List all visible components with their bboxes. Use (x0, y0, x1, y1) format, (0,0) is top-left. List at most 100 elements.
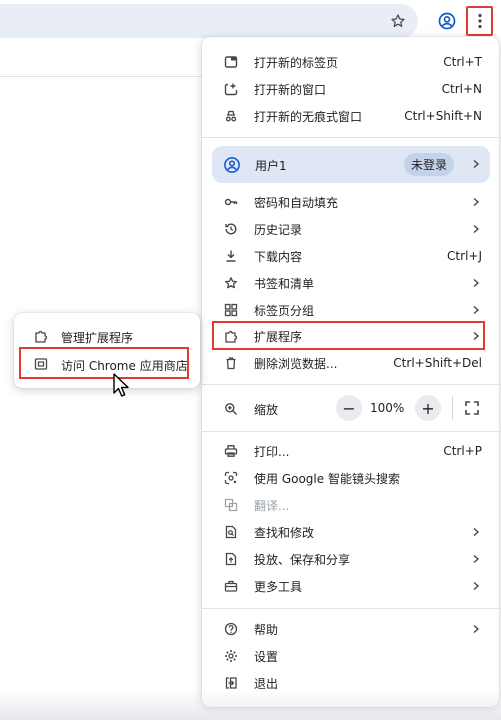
menu-item-tab-groups[interactable]: 标签页分组 (202, 297, 499, 323)
web-store-highlight-box (19, 347, 189, 379)
trash-icon (224, 356, 238, 370)
shortcut-label: Ctrl+J (447, 249, 482, 263)
menu-item-more-tools[interactable]: 更多工具 (202, 573, 499, 599)
zoom-level: 100% (370, 401, 405, 415)
profile-menu-item[interactable]: 用户1 未登录 (212, 146, 490, 183)
menu-item-label: 下载内容 (254, 249, 303, 264)
key-icon (224, 195, 238, 209)
printer-icon (224, 444, 238, 458)
star-icon (391, 14, 405, 27)
shortcut-label: Ctrl+N (441, 82, 482, 96)
account-circle-icon (224, 157, 240, 173)
shortcut-label: Ctrl+Shift+N (404, 109, 482, 123)
submenu-item-manage-extensions[interactable]: 管理扩展程序 (14, 323, 200, 349)
zoom-in-button[interactable]: + (415, 395, 441, 421)
menu-item-passwords[interactable]: 密码和自动填充 (202, 189, 499, 215)
menu-item-label: 历史记录 (254, 222, 303, 237)
menu-separator (202, 137, 499, 138)
translate-icon (224, 498, 238, 512)
kebab-menu-icon (477, 13, 482, 29)
exit-icon (224, 676, 238, 690)
find-page-icon (224, 525, 238, 539)
download-icon (224, 249, 238, 263)
zoom-label: 缩放 (254, 403, 279, 417)
history-icon (224, 222, 238, 236)
shortcut-label: Ctrl+T (443, 55, 482, 69)
extensions-highlight-box (212, 321, 485, 350)
menu-item-label: 打开新的窗口 (254, 82, 327, 97)
help-icon (224, 622, 238, 636)
new-window-icon (224, 82, 238, 96)
signin-status-badge[interactable]: 未登录 (404, 153, 454, 176)
page-divider (0, 76, 210, 77)
chevron-right-icon (471, 581, 481, 591)
menu-item-label: 更多工具 (254, 579, 303, 594)
menu-separator (202, 608, 499, 609)
menu-button[interactable] (466, 6, 493, 36)
shortcut-label: Ctrl+Shift+Del (393, 356, 482, 370)
menu-item-history[interactable]: 历史记录 (202, 216, 499, 242)
profile-name: 用户1 (255, 159, 287, 173)
zoom-icon (224, 401, 238, 420)
menu-item-label: 打印... (254, 444, 290, 459)
star-icon (224, 276, 238, 290)
shortcut-label: Ctrl+P (443, 444, 482, 458)
share-page-icon (224, 552, 238, 566)
menu-item-cast-save-share[interactable]: 投放、保存和分享 (202, 546, 499, 572)
bottom-shadow (0, 690, 501, 720)
menu-item-new-window[interactable]: 打开新的窗口 Ctrl+N (202, 76, 499, 102)
menu-item-label: 查找和修改 (254, 525, 315, 540)
google-lens-icon (224, 471, 238, 485)
menu-item-downloads[interactable]: 下载内容 Ctrl+J (202, 243, 499, 269)
menu-item-label: 使用 Google 智能镜头搜索 (254, 471, 400, 486)
browser-toolbar (0, 0, 501, 42)
menu-item-clear-browsing-data[interactable]: 删除浏览数据... Ctrl+Shift+Del (202, 350, 499, 376)
tab-groups-icon (224, 303, 238, 317)
menu-item-label: 翻译... (254, 498, 290, 513)
submenu-item-label: 管理扩展程序 (61, 331, 134, 345)
menu-item-bookmarks[interactable]: 书签和清单 (202, 270, 499, 296)
chevron-right-icon (471, 554, 481, 564)
new-tab-icon (224, 55, 238, 69)
menu-item-incognito[interactable]: 打开新的无痕式窗口 Ctrl+Shift+N (202, 103, 499, 129)
menu-item-label: 退出 (254, 676, 279, 691)
chrome-main-menu: 打开新的标签页 Ctrl+T 打开新的窗口 Ctrl+N 打开新的无痕式窗口 C… (202, 37, 499, 707)
menu-item-new-tab[interactable]: 打开新的标签页 Ctrl+T (202, 49, 499, 75)
menu-item-label: 标签页分组 (254, 303, 315, 318)
menu-item-settings[interactable]: 设置 (202, 643, 499, 669)
zoom-out-button[interactable]: − (336, 395, 362, 421)
bookmark-star-button[interactable] (386, 9, 410, 33)
menu-item-label: 打开新的无痕式窗口 (254, 109, 363, 124)
menu-item-help[interactable]: 帮助 (202, 616, 499, 642)
puzzle-piece-icon (35, 330, 48, 343)
chevron-right-icon (471, 624, 481, 634)
menu-item-label: 密码和自动填充 (254, 195, 339, 210)
menu-item-label: 删除浏览数据... (254, 356, 338, 371)
menu-item-label: 书签和清单 (254, 276, 315, 291)
chevron-right-icon (471, 197, 481, 207)
menu-item-label: 帮助 (254, 622, 279, 637)
incognito-icon (224, 109, 238, 123)
menu-item-label: 投放、保存和分享 (254, 552, 351, 567)
chevron-right-icon (471, 305, 481, 315)
profile-button[interactable] (434, 8, 460, 34)
menu-item-google-lens[interactable]: 使用 Google 智能镜头搜索 (202, 465, 499, 491)
menu-separator (202, 431, 499, 432)
toolbox-icon (224, 579, 238, 593)
menu-separator (202, 384, 499, 385)
chevron-right-icon (471, 278, 481, 288)
chevron-right-icon (471, 527, 481, 537)
menu-item-zoom: 缩放 − 100% + (202, 392, 499, 424)
fullscreen-icon[interactable] (464, 400, 480, 416)
menu-item-translate: 翻译... (202, 492, 499, 518)
menu-item-find-edit[interactable]: 查找和修改 (202, 519, 499, 545)
mouse-cursor-icon (113, 373, 129, 397)
zoom-divider (452, 396, 453, 420)
account-circle-icon (438, 12, 456, 30)
chevron-right-icon (471, 224, 481, 234)
menu-item-label: 设置 (254, 649, 279, 664)
address-bar[interactable] (0, 4, 418, 38)
menu-item-print[interactable]: 打印... Ctrl+P (202, 438, 499, 464)
chevron-right-icon (473, 159, 480, 169)
gear-icon (224, 649, 238, 663)
